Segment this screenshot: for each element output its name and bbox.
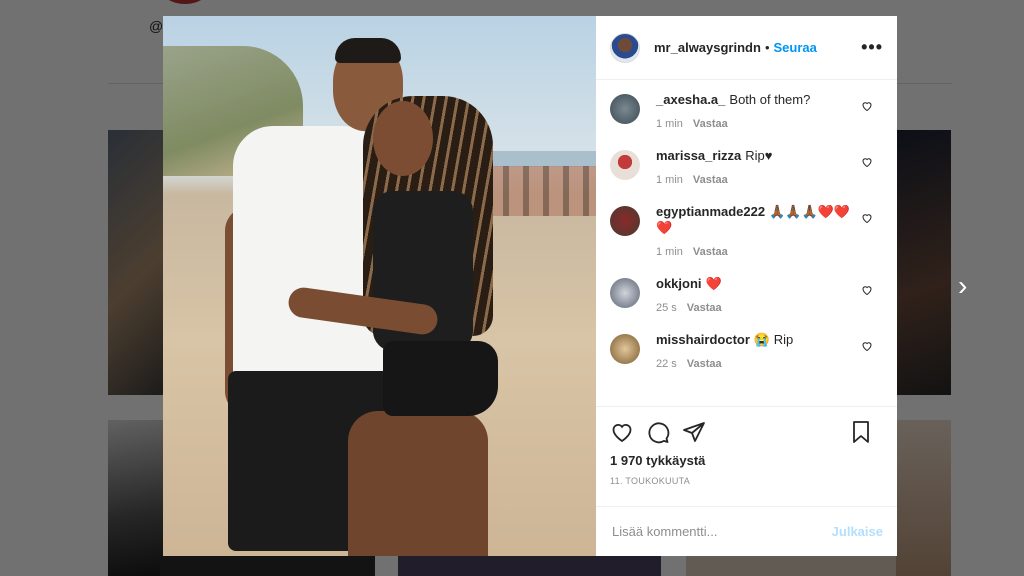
avatar[interactable] bbox=[610, 278, 640, 308]
photo-figure bbox=[348, 411, 488, 556]
likes-count[interactable]: 1 970 tykkäystä bbox=[610, 453, 883, 468]
separator-dot: • bbox=[764, 40, 770, 55]
reply-button[interactable]: Vastaa bbox=[693, 174, 728, 186]
comment-username[interactable]: egyptianmade222 bbox=[656, 204, 765, 219]
post-date[interactable]: 11. TOUKOKUUTA bbox=[610, 476, 883, 486]
comments-list[interactable]: _axesha.a_ Both of them? 1 min Vastaa mari… bbox=[596, 80, 897, 406]
comment-text: Rip♥ bbox=[745, 148, 773, 163]
comment-username[interactable]: _axesha.a_ bbox=[656, 92, 725, 107]
next-arrow-icon[interactable]: › bbox=[958, 272, 967, 300]
post-sidebar: mr_alwaysgrindn • Seuraa ••• _axesha.a_ B… bbox=[596, 16, 897, 556]
comment-text: 😭 Rip bbox=[753, 332, 794, 347]
heart-icon[interactable] bbox=[610, 420, 634, 444]
post-modal: mr_alwaysgrindn • Seuraa ••• _axesha.a_ B… bbox=[163, 16, 897, 556]
heart-icon[interactable] bbox=[861, 284, 873, 296]
heart-icon[interactable] bbox=[861, 340, 873, 352]
comment-icon[interactable] bbox=[646, 420, 670, 444]
reply-button[interactable]: Vastaa bbox=[687, 302, 722, 314]
heart-icon[interactable] bbox=[861, 100, 873, 112]
list-item: misshairdoctor 😭 Rip 22 s Vastaa bbox=[610, 332, 883, 370]
post-photo[interactable] bbox=[163, 16, 596, 556]
photo-figure bbox=[335, 38, 401, 63]
heart-icon[interactable] bbox=[861, 156, 873, 168]
photo-sea bbox=[483, 151, 596, 167]
comment-text: Both of them? bbox=[729, 92, 811, 107]
list-item: marissa_rizza Rip♥ 1 min Vastaa bbox=[610, 148, 883, 186]
avatar[interactable] bbox=[610, 206, 640, 236]
follow-button[interactable]: Seuraa bbox=[774, 40, 817, 55]
comment-time: 25 s bbox=[656, 302, 677, 314]
photo-figure bbox=[383, 341, 498, 416]
avatar[interactable] bbox=[610, 334, 640, 364]
comment-time: 1 min bbox=[656, 118, 683, 130]
list-item: _axesha.a_ Both of them? 1 min Vastaa bbox=[610, 92, 883, 130]
action-icons bbox=[610, 419, 883, 445]
share-icon[interactable] bbox=[682, 420, 706, 444]
photo-figure bbox=[233, 126, 383, 386]
comment-time: 1 min bbox=[656, 246, 683, 258]
heart-icon[interactable] bbox=[861, 212, 873, 224]
comment-time: 1 min bbox=[656, 174, 683, 186]
comment-time: 22 s bbox=[656, 358, 677, 370]
comment-username[interactable]: marissa_rizza bbox=[656, 148, 741, 163]
comment-input[interactable] bbox=[610, 523, 832, 540]
reply-button[interactable]: Vastaa bbox=[693, 246, 728, 258]
comment-text: ❤️ bbox=[705, 276, 722, 291]
list-item: okkjoni ❤️ 25 s Vastaa bbox=[610, 276, 883, 314]
avatar[interactable] bbox=[610, 94, 640, 124]
post-comment-button[interactable]: Julkaise bbox=[832, 524, 883, 539]
comment-username[interactable]: misshairdoctor bbox=[656, 332, 750, 347]
post-username[interactable]: mr_alwaysgrindn bbox=[654, 40, 761, 55]
comment-username[interactable]: okkjoni bbox=[656, 276, 702, 291]
list-item: egyptianmade222 🙏🏾🙏🏾🙏🏾❤️❤️❤️ 1 min Vastaa bbox=[610, 204, 883, 258]
more-icon[interactable]: ••• bbox=[861, 37, 883, 58]
reply-button[interactable]: Vastaa bbox=[687, 358, 722, 370]
reply-button[interactable]: Vastaa bbox=[693, 118, 728, 130]
photo-figure bbox=[373, 101, 433, 176]
add-comment-bar: Julkaise bbox=[596, 506, 897, 556]
post-header: mr_alwaysgrindn • Seuraa ••• bbox=[596, 16, 897, 80]
avatar[interactable] bbox=[610, 32, 640, 63]
save-icon[interactable] bbox=[849, 420, 873, 444]
post-actions: 1 970 tykkäystä 11. TOUKOKUUTA bbox=[596, 406, 897, 506]
avatar[interactable] bbox=[610, 150, 640, 180]
